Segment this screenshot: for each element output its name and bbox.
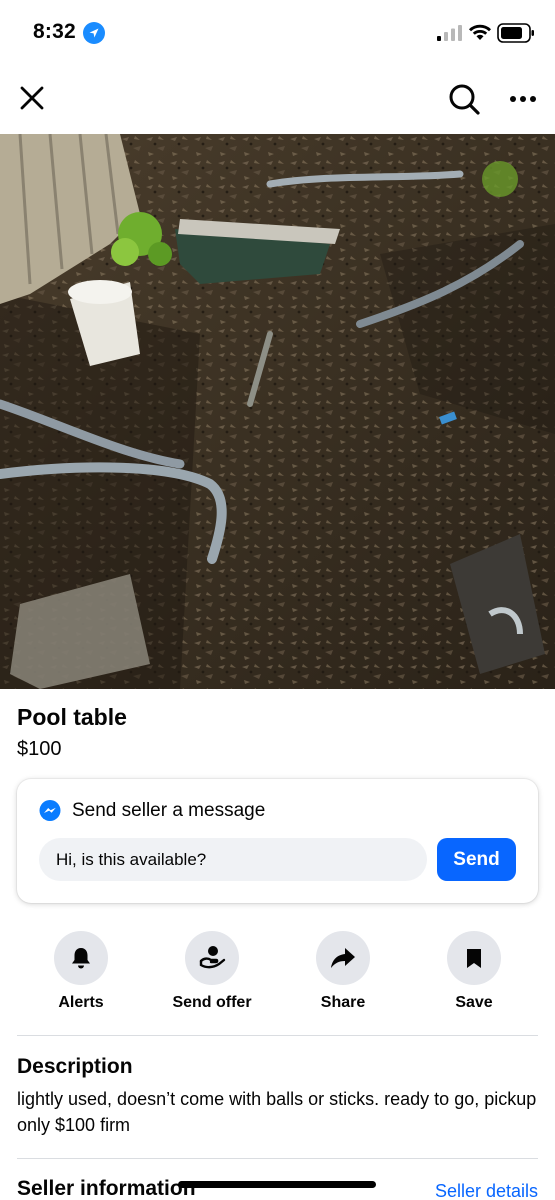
more-icon (510, 96, 536, 102)
listing-title: Pool table (17, 704, 127, 730)
cellular-signal-icon (437, 25, 462, 41)
divider (17, 1035, 538, 1036)
search-icon (449, 84, 480, 115)
offer-hand-icon (199, 946, 226, 969)
send-message-card: Send seller a message Hi, is this availa… (17, 779, 538, 903)
seller-info-heading: Seller information (17, 1177, 196, 1200)
divider (17, 1158, 538, 1159)
share-label: Share (320, 994, 366, 1011)
bell-icon (72, 948, 90, 969)
action-buttons-row: Alerts Send offer Share Save (0, 931, 555, 1021)
save-label: Save (455, 994, 493, 1011)
listing-photo-image (0, 134, 555, 689)
bookmark-icon (467, 949, 481, 968)
save-button[interactable]: Save (419, 931, 529, 1012)
description-text: lightly used, doesn’t come with balls or… (17, 1089, 537, 1135)
seller-details-link[interactable]: Seller details (435, 1181, 538, 1200)
share-button[interactable]: Share (288, 931, 398, 1012)
close-icon (20, 86, 44, 110)
listing-photo[interactable] (0, 134, 555, 689)
send-offer-circle[interactable] (185, 931, 239, 985)
alerts-button[interactable]: Alerts (26, 931, 136, 1012)
more-options-button[interactable] (502, 78, 544, 120)
description-heading: Description (17, 1055, 133, 1078)
location-arrow-icon (83, 22, 105, 44)
message-card-header: Send seller a message (38, 799, 265, 823)
send-offer-button[interactable]: Send offer (157, 931, 267, 1012)
message-input[interactable]: Hi, is this available? (39, 838, 427, 881)
close-button[interactable] (12, 78, 52, 118)
wifi-icon (469, 24, 491, 40)
save-circle[interactable] (447, 931, 501, 985)
message-card-title: Send seller a message (72, 800, 266, 821)
alerts-circle[interactable] (54, 931, 108, 985)
home-indicator (178, 1181, 376, 1188)
top-bar (0, 66, 555, 134)
share-circle[interactable] (316, 931, 370, 985)
alerts-label: Alerts (58, 994, 104, 1011)
messenger-icon (39, 800, 61, 821)
battery-icon (497, 23, 534, 43)
search-button[interactable] (443, 78, 485, 120)
share-arrow-icon (331, 948, 355, 968)
send-offer-label: Send offer (172, 994, 252, 1011)
status-time: 8:32 (33, 20, 76, 43)
status-bar: 8:32 (0, 0, 555, 66)
listing-price: $100 (17, 738, 62, 760)
send-button[interactable]: Send (437, 838, 516, 881)
